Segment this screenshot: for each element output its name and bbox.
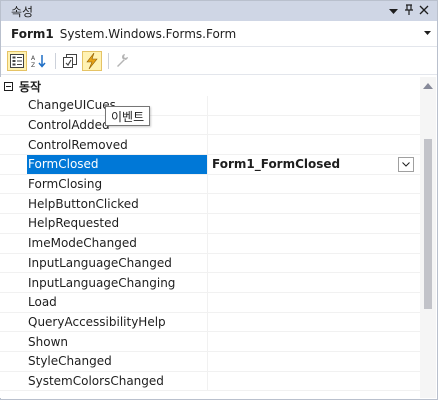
property-grid: 동작 ChangeUICues ControlAdded ControlRemo… <box>0 77 420 398</box>
object-name: Form1 <box>11 26 54 41</box>
tooltip: 이벤트 <box>105 106 151 126</box>
event-value[interactable] <box>208 116 420 135</box>
event-value[interactable] <box>208 293 420 312</box>
category-row[interactable]: 동작 <box>0 77 420 96</box>
event-name: HelpButtonClicked <box>27 194 208 214</box>
event-name: InputLanguageChanging <box>27 273 208 292</box>
property-pages-button[interactable] <box>113 51 133 71</box>
event-value[interactable] <box>208 194 420 213</box>
pin-button[interactable] <box>401 3 416 19</box>
event-row[interactable]: ImeModeChanged <box>0 233 420 254</box>
event-name: ControlRemoved <box>27 135 208 155</box>
event-row[interactable]: Load <box>0 292 420 313</box>
events-button[interactable] <box>82 50 102 71</box>
event-name: FormClosing <box>27 174 208 194</box>
svg-text:Z: Z <box>31 62 35 68</box>
events-icon <box>86 52 98 69</box>
event-row[interactable]: InputLanguageChanging <box>0 273 420 293</box>
event-name: FormClosed <box>27 155 208 174</box>
event-value-field[interactable]: Form1_FormClosed <box>208 155 420 174</box>
event-row[interactable]: ControlRemoved <box>0 135 420 156</box>
pin-icon <box>404 3 413 15</box>
event-value[interactable] <box>208 273 420 292</box>
event-name: InputLanguageChanged <box>27 253 208 273</box>
event-row[interactable]: StyleChanged <box>0 351 420 372</box>
properties-button[interactable] <box>60 51 80 71</box>
event-row[interactable]: HelpRequested <box>0 214 420 234</box>
event-name: Shown <box>27 332 208 351</box>
event-row[interactable]: HelpButtonClicked <box>0 194 420 215</box>
panel-title: 속성 <box>11 4 34 19</box>
event-row-selected[interactable]: FormClosed Form1_FormClosed <box>0 155 420 175</box>
chevron-down-icon <box>389 8 398 14</box>
event-name: ImeModeChanged <box>27 233 208 253</box>
event-row[interactable]: FormClosing <box>0 174 420 195</box>
close-icon <box>419 5 428 14</box>
collapse-icon[interactable] <box>4 82 13 91</box>
chevron-down-icon <box>424 31 431 35</box>
event-name: SystemColorsChanged <box>27 371 208 391</box>
event-row[interactable]: QueryAccessibilityHelp <box>0 312 420 333</box>
category-label: 동작 <box>19 80 42 94</box>
properties-icon <box>63 53 77 68</box>
event-name: HelpRequested <box>27 214 208 233</box>
property-pages-icon <box>117 53 128 67</box>
event-row[interactable]: SystemColorsChanged <box>0 371 420 392</box>
event-name: StyleChanged <box>27 351 208 371</box>
toolbar: A Z <box>1 47 437 75</box>
scroll-up-arrow-icon[interactable] <box>423 83 433 89</box>
event-value[interactable] <box>208 313 420 332</box>
event-value[interactable] <box>208 234 420 253</box>
event-value[interactable] <box>208 175 420 194</box>
scrollbar-thumb[interactable] <box>424 139 432 309</box>
event-value[interactable] <box>208 352 420 371</box>
close-button[interactable] <box>416 5 431 18</box>
event-name: QueryAccessibilityHelp <box>27 312 208 332</box>
event-value[interactable] <box>208 372 420 391</box>
event-row[interactable]: ControlAdded <box>0 115 420 136</box>
object-type: System.Windows.Forms.Form <box>59 26 237 41</box>
chevron-down-icon <box>402 162 410 167</box>
event-value[interactable] <box>208 254 420 273</box>
vertical-scrollbar[interactable] <box>420 77 436 398</box>
categorized-button[interactable] <box>7 50 27 71</box>
alphabetical-icon: A Z <box>31 54 46 68</box>
handler-dropdown-button[interactable] <box>398 157 414 173</box>
event-row[interactable]: Shown <box>0 332 420 352</box>
svg-text:A: A <box>31 55 36 62</box>
event-handler-value: Form1_FormClosed <box>212 157 341 172</box>
toolbar-separator <box>108 52 109 69</box>
event-value[interactable] <box>208 332 420 351</box>
event-value[interactable] <box>208 96 420 115</box>
object-selector[interactable]: Form1 System.Windows.Forms.Form <box>1 21 437 47</box>
alphabetical-button[interactable]: A Z <box>29 51 49 71</box>
event-name: Load <box>27 292 208 312</box>
window-menu-button[interactable] <box>386 5 401 18</box>
event-row[interactable]: InputLanguageChanged <box>0 253 420 274</box>
event-row[interactable]: ChangeUICues <box>0 96 420 116</box>
title-bar: 속성 <box>1 1 437 21</box>
categorized-icon <box>10 53 24 68</box>
event-value[interactable] <box>208 214 420 233</box>
event-value[interactable] <box>208 135 420 154</box>
toolbar-separator <box>55 52 56 69</box>
